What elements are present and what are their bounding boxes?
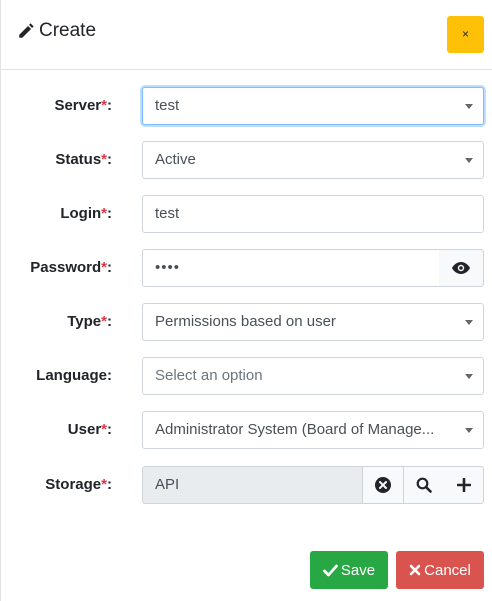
chevron-down-icon — [465, 320, 473, 325]
times-icon — [409, 564, 421, 576]
close-button[interactable]: × — [447, 16, 484, 53]
save-button-label: Save — [340, 561, 376, 579]
plus-icon — [456, 478, 471, 492]
user-row: User*: Administrator System (Board of Ma… — [1, 411, 492, 449]
eye-icon — [452, 262, 470, 274]
password-input[interactable]: •••• — [142, 249, 440, 287]
storage-label: Storage*: — [45, 476, 112, 493]
cancel-button[interactable]: Cancel — [396, 551, 484, 589]
language-label: Language: — [36, 367, 112, 384]
server-label: Server*: — [54, 97, 112, 114]
add-storage-button[interactable] — [444, 466, 484, 504]
cancel-button-label: Cancel — [424, 561, 471, 579]
chevron-down-icon — [465, 428, 473, 433]
storage-row: Storage*: API — [1, 466, 492, 504]
user-select[interactable]: Administrator System (Board of Manage... — [142, 411, 484, 449]
password-label: Password*: — [30, 259, 112, 276]
type-label: Type*: — [67, 313, 112, 330]
login-row: Login*: test — [1, 195, 492, 233]
chevron-down-icon — [465, 374, 473, 379]
server-select[interactable]: test — [142, 87, 484, 125]
language-select[interactable]: Select an option — [142, 357, 484, 395]
login-label: Login*: — [60, 205, 112, 222]
check-icon — [322, 564, 338, 576]
storage-input: API — [142, 466, 363, 504]
language-row: Language: Select an option — [1, 357, 492, 395]
clear-storage-button[interactable] — [363, 466, 404, 504]
status-label: Status*: — [55, 151, 112, 168]
modal-title: Create — [17, 20, 96, 42]
status-select[interactable]: Active — [142, 141, 484, 179]
server-row: Server*: test — [1, 87, 492, 125]
login-input[interactable]: test — [142, 195, 484, 233]
chevron-down-icon — [465, 104, 473, 109]
save-button[interactable]: Save — [310, 551, 388, 589]
pencil-icon — [19, 23, 34, 38]
type-row: Type*: Permissions based on user — [1, 303, 492, 341]
search-storage-button[interactable] — [404, 466, 445, 504]
toggle-password-button[interactable] — [439, 249, 484, 287]
modal-title-text: Create — [39, 20, 97, 41]
type-select[interactable]: Permissions based on user — [142, 303, 484, 341]
create-modal: Create × Server*: test Status*: Active L… — [0, 0, 492, 601]
times-circle-icon — [375, 477, 391, 493]
status-row: Status*: Active — [1, 141, 492, 179]
modal-header: Create × — [1, 0, 492, 70]
search-icon — [416, 477, 432, 493]
chevron-down-icon — [465, 158, 473, 163]
password-row: Password*: •••• — [1, 249, 492, 287]
user-label: User*: — [67, 421, 112, 438]
